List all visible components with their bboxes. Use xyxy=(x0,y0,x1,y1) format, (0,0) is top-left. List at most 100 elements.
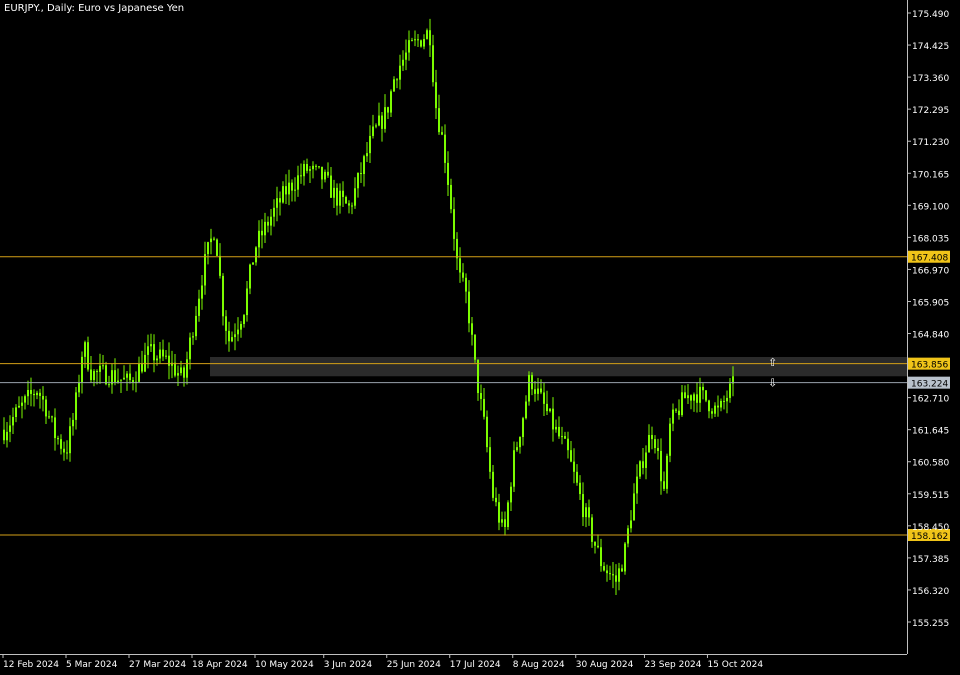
candle-body xyxy=(615,575,617,582)
candle-body xyxy=(465,277,467,292)
time-tick-label: 17 Jul 2024 xyxy=(450,660,501,670)
candle-body xyxy=(390,91,392,113)
candle-body xyxy=(486,416,488,448)
candle-body xyxy=(435,82,437,109)
supply-zone[interactable] xyxy=(210,357,907,377)
candle-body xyxy=(666,455,668,489)
candle-body xyxy=(114,370,116,383)
price-tick-label: 161.645 xyxy=(912,427,949,437)
candle-body xyxy=(288,182,290,195)
down-arrow-icon[interactable]: ⇩ xyxy=(768,376,777,389)
candle-body xyxy=(246,288,248,316)
candle-body xyxy=(450,184,452,210)
candle-body xyxy=(231,337,233,342)
candle-body xyxy=(15,407,17,417)
candle-body xyxy=(411,40,413,42)
candle-body xyxy=(174,362,176,376)
price-tick-label: 172.295 xyxy=(912,106,949,116)
candle-body xyxy=(510,486,512,503)
candle-body xyxy=(645,452,647,468)
candle-body xyxy=(504,519,506,528)
time-tick-label: 27 Mar 2024 xyxy=(129,660,186,670)
candle-body xyxy=(675,409,677,411)
candle-body xyxy=(687,395,689,399)
candle-body xyxy=(24,396,26,403)
candle-body xyxy=(417,39,419,41)
candle-body xyxy=(600,547,602,567)
candle-body xyxy=(255,247,257,263)
candle-body xyxy=(213,238,215,240)
candle-body xyxy=(561,436,563,438)
candle-body xyxy=(159,349,161,359)
candle-body xyxy=(444,134,446,163)
candle-body xyxy=(195,315,197,337)
candle-body xyxy=(543,392,545,404)
candle-body xyxy=(576,471,578,483)
candle-body xyxy=(96,371,98,373)
price-tick-label: 171.230 xyxy=(912,138,949,148)
candle-body xyxy=(489,447,491,472)
candle-body xyxy=(123,377,125,380)
candle-body xyxy=(177,373,179,376)
candle-body xyxy=(348,203,350,206)
candle-body xyxy=(537,388,539,394)
candle-body xyxy=(399,65,401,80)
candle-body xyxy=(81,356,83,383)
candle-body xyxy=(321,166,323,180)
candle-body xyxy=(192,336,194,338)
up-arrow-icon[interactable]: ⇧ xyxy=(768,356,777,369)
candle-body xyxy=(36,392,38,396)
candle-body xyxy=(117,380,119,383)
candle-body xyxy=(93,371,95,381)
candle-body xyxy=(225,316,227,331)
candle-body xyxy=(405,52,407,60)
candle-body xyxy=(69,426,71,454)
candle-body xyxy=(183,367,185,378)
candle-body xyxy=(333,187,335,198)
price-tick-label: 166.970 xyxy=(912,266,949,276)
candle-body xyxy=(606,570,608,574)
candle-body xyxy=(528,374,530,402)
candle-body xyxy=(48,416,50,418)
candle-body xyxy=(621,568,623,572)
candle-body xyxy=(210,238,212,243)
candle-body xyxy=(663,481,665,489)
time-tick-label: 12 Feb 2024 xyxy=(3,660,59,670)
candle-body xyxy=(285,186,287,195)
candle-body xyxy=(201,285,203,299)
candle-body xyxy=(291,182,293,191)
candle-body xyxy=(660,450,662,482)
current-price-label: 163.224 xyxy=(911,380,948,390)
candle-body xyxy=(342,190,344,198)
candle-body xyxy=(456,238,458,259)
candle-body xyxy=(723,400,725,402)
candle-body xyxy=(261,230,263,236)
candle-body xyxy=(672,409,674,424)
candle-body xyxy=(126,373,128,378)
candle-body xyxy=(477,359,479,394)
candle-body xyxy=(150,344,152,347)
candle-body xyxy=(78,382,80,393)
candle-body xyxy=(258,230,260,248)
candle-body xyxy=(198,298,200,316)
candle-body xyxy=(63,448,65,453)
price-tick-label: 157.385 xyxy=(912,555,949,565)
candle-body xyxy=(186,359,188,378)
candle-body xyxy=(306,164,308,171)
candle-body xyxy=(372,126,374,136)
candle-body xyxy=(588,507,590,518)
candle-body xyxy=(384,107,386,129)
candle-body xyxy=(252,262,254,265)
price-tick-label: 170.165 xyxy=(912,170,949,180)
price-chart[interactable]: 167.408 163.856 158.162 163.224 ⇧ ⇩ 175.490 174… xyxy=(0,0,960,675)
time-tick-label: 23 Sep 2024 xyxy=(644,660,701,670)
candle-body xyxy=(39,392,41,396)
candle-body xyxy=(279,198,281,203)
candle-body xyxy=(330,175,332,198)
candle-body xyxy=(609,573,611,575)
candle-body xyxy=(549,408,551,412)
candle-body xyxy=(525,401,527,419)
candle-body xyxy=(690,395,692,401)
candle-body xyxy=(312,165,314,170)
candle-body xyxy=(717,405,719,408)
